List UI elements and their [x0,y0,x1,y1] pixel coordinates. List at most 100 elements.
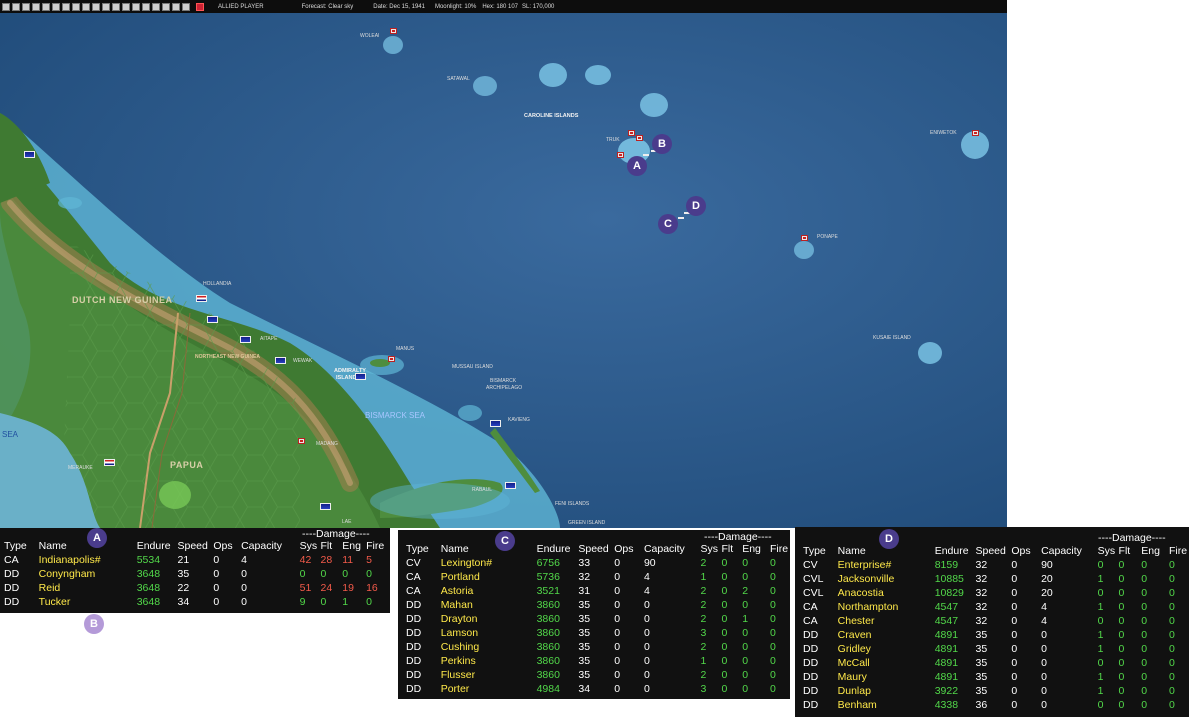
flag-icon[interactable] [24,151,35,158]
flag-icon[interactable] [196,295,207,302]
base-woleai[interactable] [390,28,397,34]
table-row[interactable]: CA Chester 4547 32 0 4 0 0 0 0 [803,614,1189,628]
table-row[interactable]: DD Craven 4891 35 0 0 1 0 0 0 [803,628,1189,642]
base-truk-2[interactable] [636,135,643,141]
flag-icon[interactable] [490,420,501,427]
table-row[interactable]: DD Lamson 3860 35 0 0 3 0 0 0 [406,626,790,640]
label-eniwetok: ENIWETOK [930,130,957,136]
table-row[interactable]: DD Benham 4338 36 0 0 0 0 0 0 [803,698,1189,712]
toolbar-button[interactable] [152,2,160,11]
label-green-island: GREEN ISLAND [568,520,606,526]
base-manus[interactable] [388,356,395,362]
column-header: Ops [1011,545,1031,557]
toolbar-button[interactable] [12,2,20,11]
flag-icon[interactable] [355,373,366,380]
toolbar-button[interactable] [112,2,120,11]
table-row[interactable]: DD Cushing 3860 35 0 0 2 0 0 0 [406,640,790,654]
table-header: Type Name Endure Speed Ops Capacity Sys Flt Eng F… [4,539,390,553]
cell-sys: 0 [299,568,306,580]
flag-icon[interactable] [275,357,286,364]
cell-sys: 42 [299,554,312,566]
cell-eng: 19 [342,582,354,594]
toolbar-button[interactable] [52,2,60,11]
base-truk[interactable] [628,130,635,136]
cell-sys: 2 [700,669,707,681]
cell-flt: 0 [721,641,728,653]
table-row[interactable]: CV Enterprise# 8159 32 0 90 0 0 0 0 [803,558,1189,572]
table-row[interactable]: CV Lexington# 6756 33 0 90 2 0 0 0 [406,556,790,570]
cell-sys: 3 [700,683,707,695]
toolbar-button[interactable] [2,2,10,11]
base-madang[interactable] [298,438,305,444]
cell-flt: 0 [1118,587,1125,599]
toolbar-button[interactable] [172,2,180,11]
cell-capacity: 0 [241,582,247,594]
fleet-a-icon[interactable] [643,154,649,156]
toolbar-button[interactable] [196,2,204,11]
cell-fire: 0 [769,641,776,653]
label-madang: MADANG [316,441,338,447]
toolbar-button[interactable] [182,2,190,11]
column-header: Capacity [643,543,685,555]
table-row[interactable]: DD Reid 3648 22 0 0 51 24 19 16 [4,581,390,595]
cell-flt: 0 [721,585,728,597]
toolbar-button[interactable] [102,2,110,11]
cell-fire: 0 [1169,629,1175,641]
table-row[interactable]: DD Porter 4984 34 0 0 3 0 0 0 [406,682,790,696]
table-row[interactable]: CA Portland 5736 32 0 4 1 0 0 0 [406,570,790,584]
toolbar-button[interactable] [122,2,130,11]
column-header: Endure [536,543,571,555]
toolbar-button[interactable] [62,2,70,11]
table-row[interactable]: CA Northampton 4547 32 0 4 1 0 0 0 [803,600,1189,614]
cell-capacity: 0 [1041,643,1047,655]
toolbar-button[interactable] [142,2,150,11]
cell-ops: 0 [614,641,621,653]
flag-icon[interactable] [240,336,251,343]
flag-icon[interactable] [207,316,218,323]
toolbar-button[interactable] [72,2,80,11]
flag-icon[interactable] [320,503,331,510]
base-eniwetok[interactable] [972,130,979,136]
ship-table-d: Type Name Endure Speed Ops Capacity Sys Flt Eng F… [803,544,1189,712]
cell-fire: 0 [1169,559,1175,571]
table-row[interactable]: DD Mahan 3860 35 0 0 2 0 0 0 [406,598,790,612]
cell-endure: 3648 [136,582,161,594]
table-row[interactable]: DD Gridley 4891 35 0 0 1 0 0 0 [803,642,1189,656]
cell-fire: 0 [769,613,776,625]
cell-capacity: 0 [643,669,650,681]
toolbar-button[interactable] [42,2,50,11]
table-row[interactable]: CA Astoria 3521 31 0 4 2 0 2 0 [406,584,790,598]
toolbar-button[interactable] [92,2,100,11]
toolbar-button[interactable] [162,2,170,11]
table-row[interactable]: CA Indianapolis# 5534 21 0 4 42 28 11 5 [4,553,390,567]
table-row[interactable]: DD Maury 4891 35 0 0 1 0 0 0 [803,670,1189,684]
toolbar-button[interactable] [82,2,90,11]
cell-eng: 0 [342,568,349,580]
fleet-c-icon[interactable] [678,217,684,219]
table-row[interactable]: DD Tucker 3648 34 0 0 9 0 1 0 [4,595,390,609]
cell-eng: 0 [1141,657,1148,669]
table-row[interactable]: CVL Anacostia 10829 32 0 20 0 0 0 0 [803,586,1189,600]
table-row[interactable]: DD Conyngham 3648 35 0 0 0 0 0 0 [4,567,390,581]
table-row[interactable]: DD McCall 4891 35 0 0 0 0 0 0 [803,656,1189,670]
flag-icon[interactable] [104,459,115,466]
map-view[interactable]: WOLEAI SATAWAL CAROLINE ISLANDS TRUK ENI… [0,13,1007,528]
flag-icon[interactable] [505,482,516,489]
toolbar-button[interactable] [22,2,30,11]
base-ponape[interactable] [801,235,808,241]
toolbar-button[interactable] [132,2,140,11]
table-row[interactable]: CVL Jacksonville 10885 32 0 20 1 0 0 0 [803,572,1189,586]
table-row[interactable]: DD Dunlap 3922 35 0 0 1 0 0 0 [803,684,1189,698]
base-truk-3[interactable] [617,152,624,158]
moonlight-label: Moonlight: 10% [434,3,477,10]
cell-fire: 0 [769,627,776,639]
cell-flt: 0 [721,627,728,639]
column-header: Endure [934,545,969,557]
cell-capacity: 0 [643,641,650,653]
toolbar-button[interactable] [32,2,40,11]
cell-speed: 21 [177,554,190,566]
table-row[interactable]: DD Perkins 3860 35 0 0 1 0 0 0 [406,654,790,668]
table-row[interactable]: DD Drayton 3860 35 0 0 2 0 1 0 [406,612,790,626]
table-row[interactable]: DD Flusser 3860 35 0 0 2 0 0 0 [406,668,790,682]
cell-sys: 1 [1097,643,1104,655]
